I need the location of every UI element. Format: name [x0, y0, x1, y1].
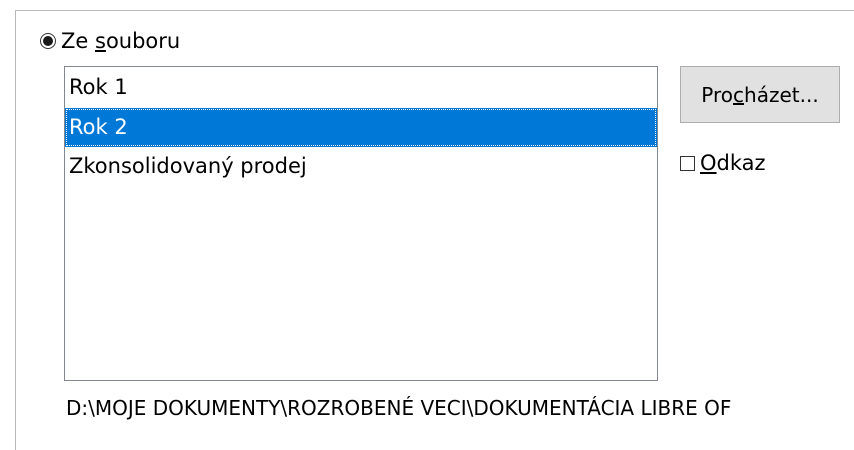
radio-button[interactable]: [40, 33, 56, 49]
from-file-label: Ze souboru: [61, 29, 181, 53]
link-checkbox-option[interactable]: Odkaz: [680, 148, 766, 178]
link-checkbox[interactable]: [680, 155, 695, 171]
sheet-listbox[interactable]: Rok 1 Rok 2 Zkonsolidovaný prodej: [64, 66, 658, 381]
list-item-rok-2[interactable]: Rok 2: [65, 108, 657, 147]
file-path-text: D:\MOJE DOKUMENTY\ROZROBENÉ VECI\DOKUMEN…: [66, 396, 732, 420]
browse-button-label: Procházet...: [701, 82, 819, 107]
list-item-rok-1[interactable]: Rok 1: [65, 67, 657, 108]
browse-button[interactable]: Procházet...: [680, 66, 840, 123]
from-file-radio-option[interactable]: Ze souboru: [40, 26, 180, 56]
list-item-zkonsolidovany-prodej[interactable]: Zkonsolidovaný prodej: [65, 147, 657, 186]
link-checkbox-label: Odkaz: [700, 151, 766, 175]
radio-selected-dot: [43, 36, 53, 46]
